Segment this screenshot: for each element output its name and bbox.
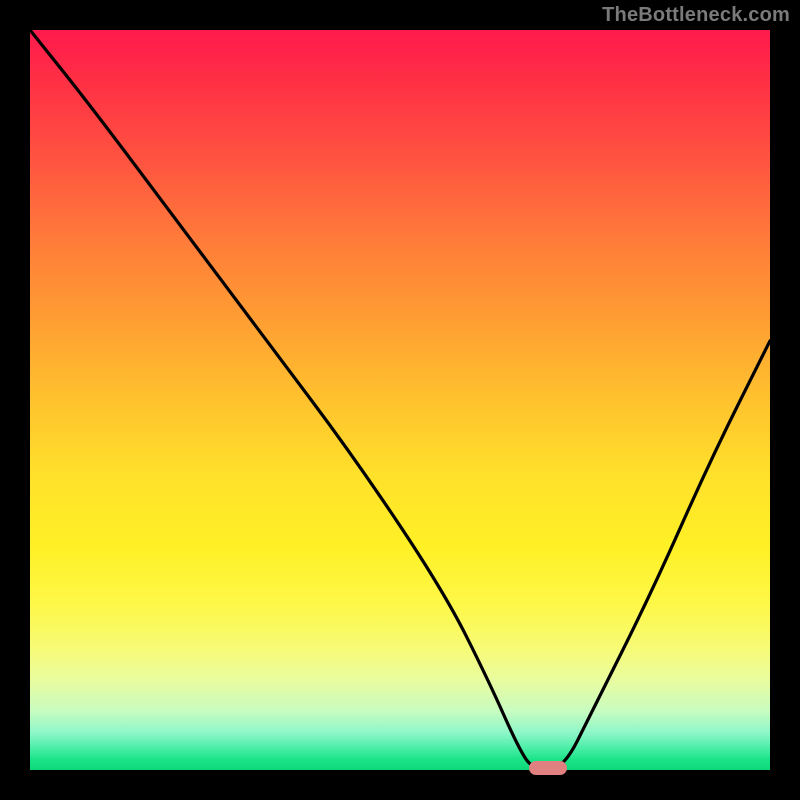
bottleneck-curve <box>30 30 770 770</box>
chart-frame: TheBottleneck.com <box>0 0 800 800</box>
curve-path <box>30 30 770 770</box>
watermark-text: TheBottleneck.com <box>602 4 790 27</box>
optimal-marker <box>529 761 567 775</box>
plot-area <box>30 30 770 770</box>
